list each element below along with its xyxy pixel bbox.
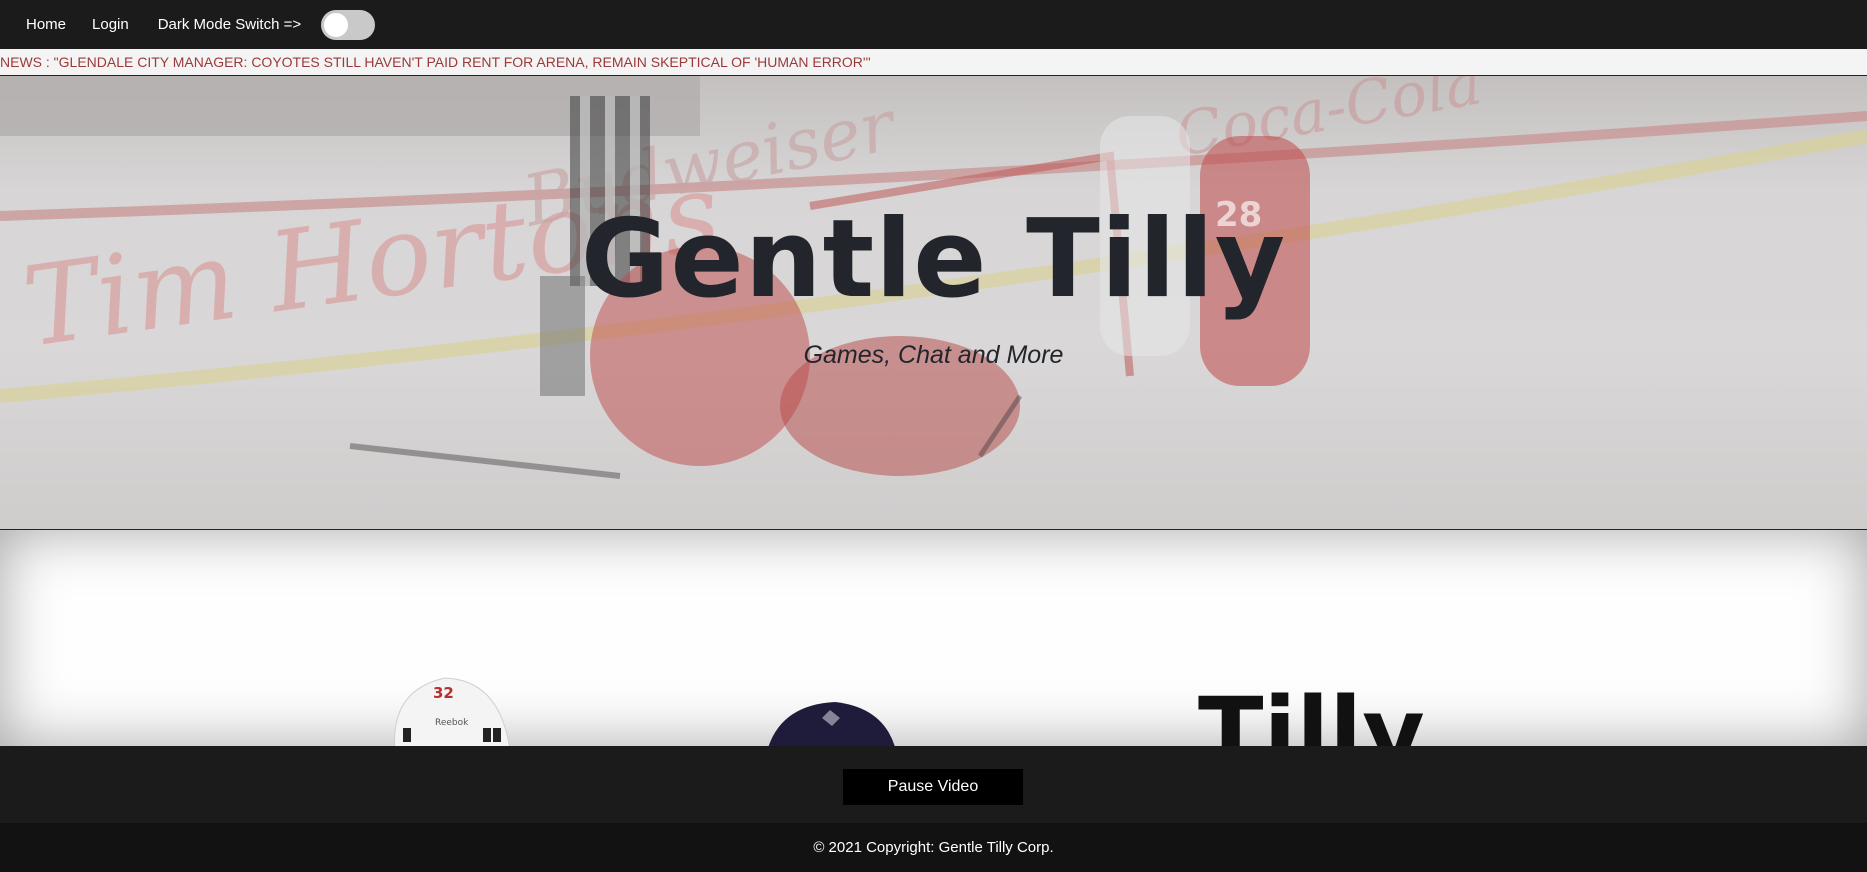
hero-section: Tim Hortons Budweiser Coca-Cola 28 Gentl… bbox=[0, 76, 1867, 530]
pause-video-button[interactable]: Pause Video bbox=[843, 769, 1023, 805]
footer-copyright: © 2021 Copyright: Gentle Tilly Corp. bbox=[813, 839, 1054, 856]
nav-login-link[interactable]: Login bbox=[92, 16, 129, 33]
nav-home-link[interactable]: Home bbox=[26, 16, 66, 33]
video-control-bar: Pause Video bbox=[0, 746, 1867, 823]
hero-title: Gentle Tilly bbox=[580, 197, 1287, 322]
helmet-number: 32 bbox=[433, 684, 454, 702]
player-helmet-image-2 bbox=[768, 702, 895, 746]
news-ticker: NEWS : "GLENDALE CITY MANAGER: COYOTES S… bbox=[0, 49, 1867, 76]
footer: © 2021 Copyright: Gentle Tilly Corp. bbox=[0, 823, 1867, 872]
top-navbar: Home Login Dark Mode Switch => bbox=[0, 0, 1867, 49]
content-title: Tilly bbox=[1198, 677, 1425, 746]
hero-subtitle: Games, Chat and More bbox=[803, 341, 1064, 369]
dark-mode-toggle[interactable] bbox=[321, 9, 376, 40]
dark-mode-label: Dark Mode Switch => bbox=[157, 16, 302, 33]
toggle-knob bbox=[324, 12, 349, 37]
player-helmet-image: 32 Reebok bbox=[394, 677, 510, 746]
content-section: 32 Reebok Tilly bbox=[0, 530, 1867, 746]
news-ticker-text: NEWS : "GLENDALE CITY MANAGER: COYOTES S… bbox=[0, 54, 871, 70]
helmet-brand: Reebok bbox=[435, 718, 469, 728]
